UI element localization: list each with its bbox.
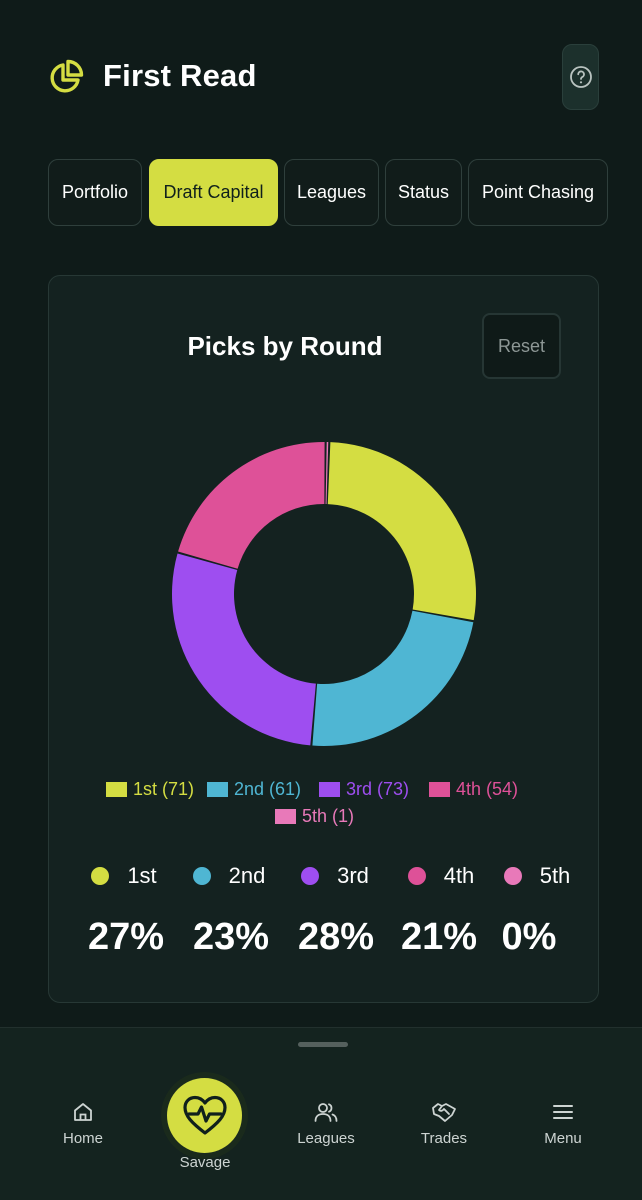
stat-label: 4th <box>443 863 475 888</box>
handshake-icon <box>432 1103 456 1122</box>
tab-draft-capital[interactable]: Draft Capital <box>149 159 278 226</box>
tab-point-chasing[interactable]: Point Chasing <box>468 159 608 226</box>
legend-label: 1st (71) <box>133 779 195 799</box>
drag-handle[interactable] <box>298 1042 348 1047</box>
stat-value-3rd: 28% <box>297 916 375 958</box>
picks-by-round-card: Picks by Round Reset 1st (71) 2nd (61) 3… <box>48 275 599 1003</box>
legend-item-2nd[interactable]: 2nd (61) <box>207 779 301 800</box>
app-title: First Read <box>103 58 257 93</box>
legend-swatch <box>106 782 127 797</box>
tab-label: Point Chasing <box>481 182 595 202</box>
help-button[interactable] <box>562 44 599 110</box>
legend-swatch <box>319 782 340 797</box>
reset-label: Reset <box>497 335 546 356</box>
stat-value-1st: 27% <box>87 916 165 958</box>
nav-label: Trades <box>420 1130 468 1147</box>
savage-button[interactable] <box>167 1078 242 1153</box>
legend-item-5th[interactable]: 5th (1) <box>275 806 354 827</box>
tab-label: Status <box>397 182 450 202</box>
stat-2nd: 2nd <box>176 856 282 896</box>
donut-slice-2nd[interactable] <box>312 610 474 746</box>
donut-slice-4th[interactable] <box>178 442 325 569</box>
stat-label: 3rd <box>337 863 369 888</box>
legend-swatch <box>275 809 296 824</box>
nav-label: Leagues <box>297 1130 355 1147</box>
stat-dot <box>301 867 320 885</box>
stat-1st: 1st <box>71 856 177 896</box>
stat-value-2nd: 23% <box>192 916 270 958</box>
nav-label: Menu <box>544 1130 582 1147</box>
stat-label: 2nd <box>228 863 266 888</box>
legend-label: 3rd (73) <box>346 779 410 799</box>
legend-label: 2nd (61) <box>234 779 302 799</box>
donut-slice-1st[interactable] <box>327 442 476 621</box>
stat-dot <box>503 867 522 885</box>
legend-label: 5th (1) <box>302 806 355 826</box>
chart-title: Picks by Round <box>187 331 383 361</box>
nav-home[interactable]: Home <box>33 1100 133 1147</box>
stat-label: 1st <box>127 863 157 888</box>
tab-portfolio[interactable]: Portfolio <box>48 159 142 226</box>
users-icon <box>314 1103 338 1122</box>
tab-label: Portfolio <box>61 182 129 202</box>
legend-label: 4th (54) <box>456 779 519 799</box>
legend-item-3rd[interactable]: 3rd (73) <box>319 779 409 800</box>
heart-pulse-icon <box>182 1095 227 1135</box>
legend-swatch <box>429 782 450 797</box>
donut-slice-3rd[interactable] <box>172 553 316 746</box>
donut-slice-5th[interactable] <box>325 442 329 505</box>
pie-chart-icon <box>50 59 84 93</box>
nav-label: Home <box>62 1130 103 1147</box>
stat-dot <box>91 867 110 885</box>
stat-4th: 4th <box>388 856 494 896</box>
legend-item-4th[interactable]: 4th (54) <box>429 779 518 800</box>
tab-label: Leagues <box>296 182 367 202</box>
tab-label: Draft Capital <box>163 182 264 202</box>
tab-leagues[interactable]: Leagues <box>284 159 379 226</box>
legend-item-1st[interactable]: 1st (71) <box>106 779 194 800</box>
tab-status[interactable]: Status <box>385 159 462 226</box>
menu-icon <box>553 1105 573 1119</box>
stat-value-5th: 0% <box>501 916 557 958</box>
help-circle-icon <box>569 66 592 88</box>
home-icon <box>74 1103 92 1121</box>
nav-menu[interactable]: Menu <box>513 1100 613 1147</box>
nav-trades[interactable]: Trades <box>394 1100 494 1147</box>
legend-swatch <box>207 782 228 797</box>
reset-button[interactable]: Reset <box>482 313 561 379</box>
stat-5th: 5th <box>484 856 590 896</box>
stat-dot <box>192 867 211 885</box>
bottom-nav: Home Savage Leagues Trades Menu <box>0 1027 642 1200</box>
nav-leagues[interactable]: Leagues <box>276 1100 376 1147</box>
stat-3rd: 3rd <box>282 856 388 896</box>
stat-dot <box>407 867 426 885</box>
stat-label: 5th <box>539 863 571 888</box>
nav-label-savage: Savage <box>179 1154 231 1171</box>
app-header: First Read <box>0 0 642 140</box>
